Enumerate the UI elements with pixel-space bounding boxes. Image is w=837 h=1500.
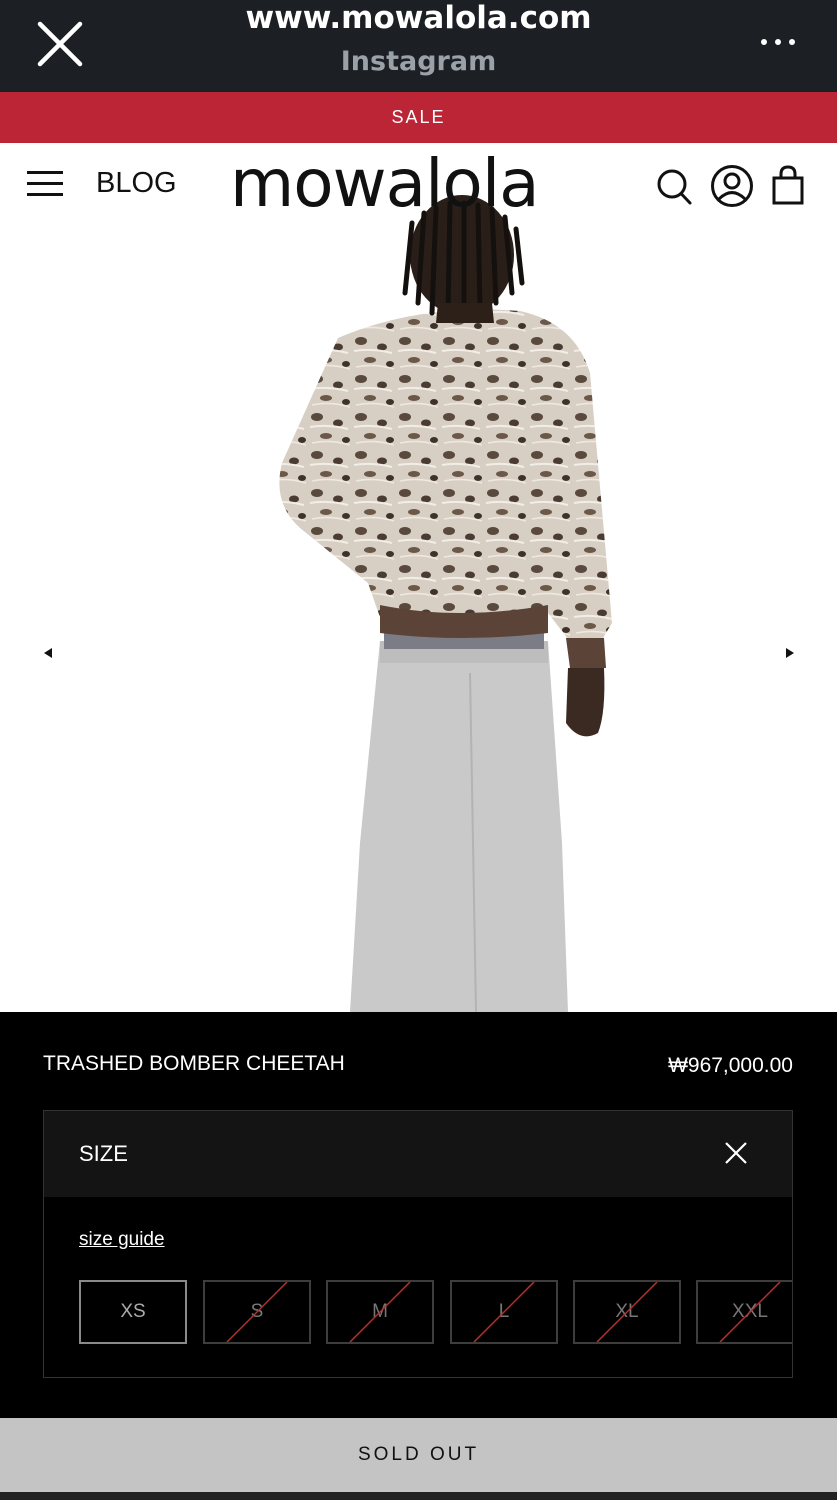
size-option-xl[interactable]: XL <box>573 1280 681 1344</box>
size-option-xs[interactable]: XS <box>79 1280 187 1344</box>
size-panel-header: SIZE <box>44 1111 792 1197</box>
shopping-bag-icon[interactable] <box>771 165 805 205</box>
close-size-panel-icon[interactable] <box>724 1141 748 1165</box>
url-text: www.mowalola.com <box>245 0 592 36</box>
sold-out-strike <box>473 1282 535 1342</box>
size-label: SIZE <box>79 1141 128 1166</box>
next-image-arrow-icon[interactable] <box>782 645 798 661</box>
sale-banner[interactable]: SALE <box>0 92 837 143</box>
search-icon[interactable] <box>655 166 693 206</box>
size-option-m[interactable]: M <box>326 1280 434 1344</box>
previous-image-arrow-icon[interactable] <box>40 645 56 661</box>
size-option-label: XS <box>120 1301 146 1322</box>
bottom-edge <box>0 1492 837 1500</box>
site-header: BLOG mowalola <box>0 143 837 231</box>
product-photo <box>279 195 612 1012</box>
size-option-xxl[interactable]: XXL <box>696 1280 792 1344</box>
size-option-l[interactable]: L <box>450 1280 558 1344</box>
size-guide-link[interactable]: size guide <box>79 1229 165 1251</box>
sold-out-strike <box>226 1282 288 1342</box>
blog-link[interactable]: BLOG <box>96 167 177 200</box>
account-icon[interactable] <box>710 164 754 208</box>
size-option-s[interactable]: S <box>203 1280 311 1344</box>
browser-bar: www.mowalola.com Instagram <box>0 0 837 92</box>
size-selector-panel: SIZE size guide XS S M L <box>43 1110 793 1378</box>
size-options: XS S M L XL XXL <box>79 1280 792 1344</box>
hamburger-menu-icon[interactable] <box>27 171 63 197</box>
more-options-icon[interactable] <box>761 36 795 48</box>
product-image-area: BLOG mowalola <box>0 143 837 1012</box>
product-title: TRASHED BOMBER CHEETAH <box>43 1052 345 1075</box>
brand-logo[interactable]: mowalola <box>230 145 540 222</box>
sold-out-strike <box>596 1282 658 1342</box>
sold-out-strike <box>719 1282 781 1342</box>
source-subtitle: Instagram <box>340 46 497 77</box>
product-price: ₩967,000.00 <box>668 1054 793 1077</box>
sold-out-button[interactable]: SOLD OUT <box>0 1418 837 1492</box>
product-details: TRASHED BOMBER CHEETAH ₩967,000.00 SIZE … <box>0 1012 837 1418</box>
sold-out-strike <box>349 1282 411 1342</box>
